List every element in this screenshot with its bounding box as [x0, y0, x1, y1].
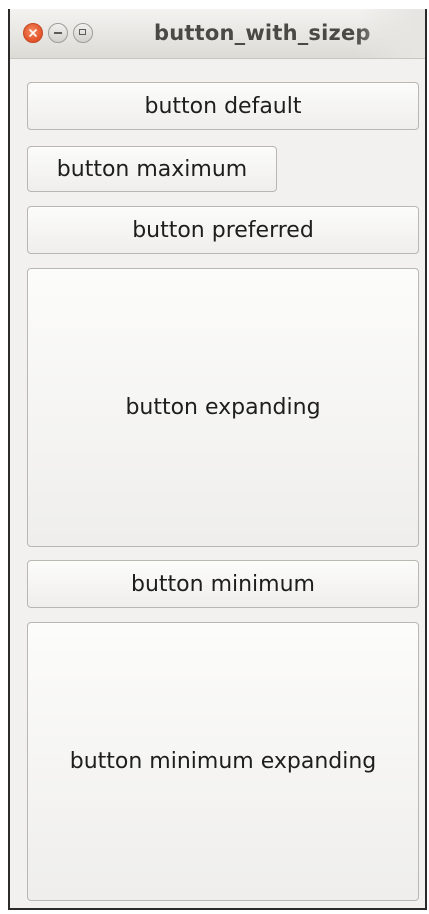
app-window: button_with_sizep button default button …: [8, 9, 427, 910]
maximize-icon[interactable]: [73, 23, 93, 43]
title-bar[interactable]: button_with_sizep: [10, 9, 425, 59]
close-icon[interactable]: [23, 23, 43, 43]
button-preferred[interactable]: button preferred: [27, 206, 419, 254]
title-fade: [355, 9, 425, 58]
button-expanding[interactable]: button expanding: [27, 268, 419, 547]
minimize-icon[interactable]: [48, 23, 68, 43]
button-minimum-expanding[interactable]: button minimum expanding: [27, 622, 419, 901]
button-default[interactable]: button default: [27, 82, 419, 130]
button-minimum[interactable]: button minimum: [27, 560, 419, 608]
window-title: button_with_sizep: [154, 21, 371, 45]
button-maximum[interactable]: button maximum: [27, 146, 277, 192]
